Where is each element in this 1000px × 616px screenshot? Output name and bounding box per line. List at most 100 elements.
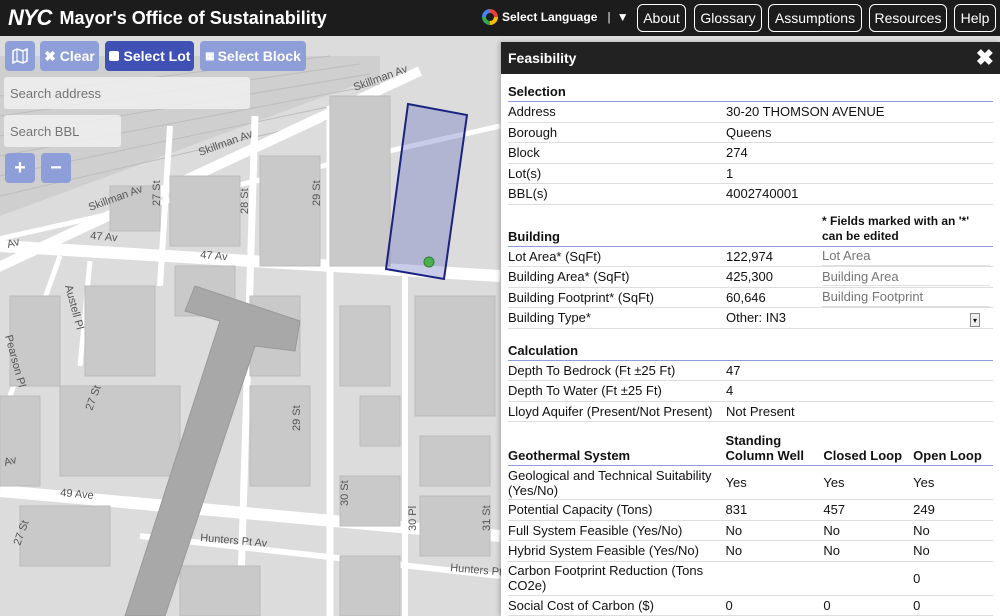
row-value: 274: [726, 145, 748, 161]
select-lot-button[interactable]: Select Lot: [105, 41, 194, 71]
app-header: NYC Mayor's Office of Sustainability Sel…: [0, 0, 1000, 36]
zoom-out-button[interactable]: −: [41, 153, 71, 183]
table-row: Lot Area* (SqFt) 122,974: [508, 246, 993, 267]
table-row: Hybrid System Feasible (Yes/No) No No No: [508, 541, 993, 562]
row-value: Queens: [726, 124, 772, 140]
row-value: No: [913, 543, 930, 559]
search-bbl-input[interactable]: [4, 115, 121, 147]
table-row: Depth To Bedrock (Ft ±25 Ft) 47: [508, 361, 993, 381]
language-separator: |: [607, 10, 611, 24]
table-row: Potential Capacity (Tons) 831 457 249: [508, 500, 993, 521]
street-label: 47 Av: [200, 249, 229, 263]
geothermal-heading: Geothermal System Standing Column Well C…: [508, 433, 993, 466]
building-area-input[interactable]: [822, 267, 990, 287]
nyc-logo[interactable]: NYC: [8, 5, 52, 31]
row-label: Block: [508, 145, 540, 161]
row-value: 47: [726, 362, 741, 378]
language-label: Select Language: [502, 10, 598, 24]
edit-note-line: * Fields marked with an '*': [822, 213, 970, 228]
row-value: 0: [913, 597, 921, 613]
col-header-line: Column Well: [725, 448, 805, 463]
col-standing-column: Standing Column Well: [726, 433, 824, 463]
table-row: Carbon Footprint Reduction (Tons CO2e) 0: [508, 562, 993, 596]
row-label: Lot Area* (SqFt): [508, 248, 602, 264]
help-button[interactable]: Help: [954, 4, 996, 32]
building-type-select[interactable]: Other: IN3 ▾: [726, 310, 984, 328]
row-label: Potential Capacity (Tons): [508, 502, 653, 518]
table-row: Full System Feasible (Yes/No) No No No: [508, 521, 993, 541]
table-row: Building Area* (SqFt) 425,300: [508, 267, 993, 288]
building-footprint-input[interactable]: [822, 287, 990, 307]
clear-button[interactable]: ✖ Clear: [40, 41, 99, 71]
row-label: Lot(s): [508, 165, 542, 181]
panel-title: Feasibility: [508, 50, 577, 66]
row-value: Yes: [823, 475, 845, 490]
calculation-heading: Calculation: [508, 341, 993, 361]
basemap-button[interactable]: [5, 41, 35, 71]
row-value: 831: [725, 502, 748, 518]
table-row: Social Cost of Carbon ($) 0 0 0: [508, 596, 993, 616]
row-value: 249: [913, 502, 935, 518]
app-title: Mayor's Office of Sustainability: [59, 7, 327, 28]
row-value: Not Present: [726, 403, 795, 419]
edit-note-line: can be edited: [822, 228, 899, 243]
row-label: Depth To Water (Ft ±25 Ft): [508, 383, 662, 399]
map-icon: [12, 48, 28, 64]
row-value: No: [823, 522, 840, 538]
edit-note: * Fields marked with an '*' can be edite…: [822, 214, 969, 244]
row-label: Building Area* (SqFt): [508, 269, 630, 285]
row-label-line: (Yes/No): [508, 482, 559, 498]
row-value: 1: [726, 165, 734, 181]
row-label-line: CO2e): [508, 578, 547, 593]
row-value: 4: [726, 383, 734, 399]
row-value: 425,300: [726, 269, 773, 285]
street-label: 30 St: [339, 480, 351, 506]
row-value: 0: [823, 597, 831, 613]
row-label: Depth To Bedrock (Ft ±25 Ft): [508, 362, 676, 378]
row-label: Social Cost of Carbon ($): [508, 597, 654, 613]
row-label-line: Carbon Footprint Reduction (Tons: [508, 563, 704, 578]
row-value: Yes: [913, 475, 935, 490]
panel-header: Feasibility ✖: [501, 42, 1000, 74]
resources-button[interactable]: Resources: [869, 4, 947, 32]
row-label: Hybrid System Feasible (Yes/No): [508, 543, 699, 559]
row-value: No: [823, 543, 840, 559]
building-type-value: Other: IN3: [726, 310, 786, 326]
lot-marker[interactable]: [423, 256, 435, 268]
assumptions-button[interactable]: Assumptions: [768, 4, 862, 32]
row-value: 0: [725, 597, 733, 613]
street-label: 30 Pl: [407, 506, 419, 531]
row-label: Full System Feasible (Yes/No): [508, 522, 683, 538]
row-label: Borough: [508, 124, 558, 140]
geothermal-title: Geothermal System: [508, 448, 631, 463]
row-label: Lloyd Aquifer (Present/Not Present): [508, 403, 713, 419]
lot-area-input[interactable]: [822, 246, 990, 266]
row-label: Building Type*: [508, 310, 591, 326]
row-label: Carbon Footprint Reduction (Tons CO2e): [508, 563, 726, 593]
street-label: 47 Av: [90, 230, 119, 244]
chevron-down-icon[interactable]: ▼: [617, 10, 629, 24]
row-label-line: Geological and Technical Suitability: [508, 467, 712, 483]
close-icon[interactable]: ✖: [976, 45, 994, 71]
glossary-button[interactable]: Glossary: [694, 4, 762, 32]
zoom-in-button[interactable]: +: [5, 153, 35, 183]
chevron-down-icon[interactable]: ▾: [970, 313, 980, 328]
row-label: Address: [508, 104, 556, 120]
col-open-loop: Open Loop: [913, 448, 982, 463]
language-selector[interactable]: Select Language | ▼: [482, 9, 629, 25]
select-block-label: Select Block: [217, 48, 301, 64]
row-value: No: [913, 522, 930, 538]
building-title: Building: [508, 228, 560, 244]
selection-heading: Selection: [508, 82, 993, 102]
table-row: Address 30-20 THOMSON AVENUE: [508, 102, 993, 123]
table-row: Building Type* Other: IN3 ▾: [508, 308, 993, 329]
row-value: 30-20 THOMSON AVENUE: [726, 104, 885, 120]
search-address-input[interactable]: [4, 77, 250, 109]
feasibility-panel: Feasibility ✖ Selection Address 30-20 THO…: [501, 42, 1000, 616]
row-value: 4002740001: [726, 186, 799, 202]
row-label: Building Footprint* (SqFt): [508, 289, 654, 305]
table-row: BBL(s) 4002740001: [508, 184, 993, 205]
panel-body: Selection Address 30-20 THOMSON AVENUE Bo…: [501, 74, 1000, 616]
select-block-button[interactable]: ▦ Select Block: [200, 41, 306, 71]
about-button[interactable]: About: [637, 4, 686, 32]
